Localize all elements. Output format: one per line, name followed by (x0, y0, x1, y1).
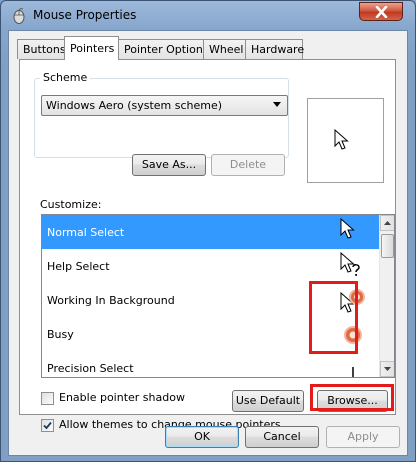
enable-shadow-label: Enable pointer shadow (59, 391, 185, 404)
tab-pointers-label: Pointers (70, 42, 115, 55)
ok-button[interactable]: OK (165, 426, 239, 448)
help-cursor-icon (340, 251, 360, 276)
crosshair-cursor-icon (352, 367, 354, 377)
chevron-up-icon (384, 221, 391, 225)
tab-wheel[interactable]: Wheel (203, 39, 246, 59)
tab-hardware[interactable]: Hardware (245, 39, 305, 59)
list-item-label: Busy (47, 328, 74, 341)
list-item-label: Normal Select (47, 226, 125, 239)
arrow-cursor-icon (334, 129, 349, 150)
dialog-client-area: Buttons Pointers Pointer Options Wheel H… (8, 30, 408, 456)
tab-buttons[interactable]: Buttons (17, 39, 66, 59)
list-item-busy[interactable]: Busy (42, 317, 379, 351)
list-item-help-select[interactable]: Help Select (42, 249, 379, 283)
scheme-label: Scheme (40, 71, 91, 84)
arrow-cursor-icon (340, 217, 355, 239)
delete-button[interactable]: Delete (211, 154, 285, 176)
cancel-button[interactable]: Cancel (245, 426, 319, 448)
pointers-tab-panel: Scheme Windows Aero (system scheme) Save… (19, 59, 396, 432)
list-item-label: Help Select (47, 260, 110, 273)
busy-ring-cursor-icon (344, 326, 362, 344)
list-item-precision-select[interactable]: Precision Select (42, 351, 379, 377)
scroll-up-button[interactable] (380, 215, 394, 231)
scheme-dropdown[interactable]: Windows Aero (system scheme) (41, 95, 288, 116)
mouse-icon (13, 8, 25, 24)
check-icon (43, 421, 52, 430)
scheme-groupbox (34, 78, 289, 158)
browse-button[interactable]: Browse... (317, 390, 388, 412)
window-title: Mouse Properties (33, 8, 137, 22)
allow-themes-checkbox[interactable] (41, 419, 54, 432)
title-bar[interactable]: Mouse Properties (1, 1, 415, 29)
close-icon (375, 6, 388, 18)
scroll-down-button[interactable] (380, 361, 394, 377)
chevron-down-icon (384, 367, 391, 371)
tab-hardware-label: Hardware (251, 43, 305, 56)
busy-arrow-cursor-icon (340, 289, 365, 313)
list-scrollbar[interactable] (379, 215, 394, 377)
list-item-normal-select[interactable]: Normal Select (42, 215, 379, 249)
tab-buttons-label: Buttons (23, 43, 66, 56)
apply-button[interactable]: Apply (326, 426, 400, 448)
scheme-dropdown-value: Windows Aero (system scheme) (46, 99, 223, 112)
tab-pointer-options[interactable]: Pointer Options (118, 39, 209, 59)
close-button[interactable] (359, 2, 403, 21)
customize-label: Customize: (40, 198, 102, 211)
tab-pointers[interactable]: Pointers (64, 36, 119, 60)
tab-pointer-options-label: Pointer Options (124, 43, 209, 56)
list-item-label: Working In Background (47, 294, 175, 307)
chevron-down-icon (273, 102, 281, 107)
tab-wheel-label: Wheel (209, 43, 244, 56)
list-item-label: Precision Select (47, 362, 134, 375)
save-as-button[interactable]: Save As... (132, 154, 206, 176)
list-item-working-in-background[interactable]: Working In Background (42, 283, 379, 317)
enable-shadow-checkbox[interactable] (41, 392, 54, 405)
scroll-thumb[interactable] (381, 234, 394, 258)
cursor-preview (307, 98, 384, 183)
mouse-properties-window: Mouse Properties Buttons Pointers Pointe… (0, 0, 416, 462)
use-default-button[interactable]: Use Default (232, 390, 304, 412)
cursor-list[interactable]: Normal Select Help Select Working In Bac… (41, 214, 395, 378)
